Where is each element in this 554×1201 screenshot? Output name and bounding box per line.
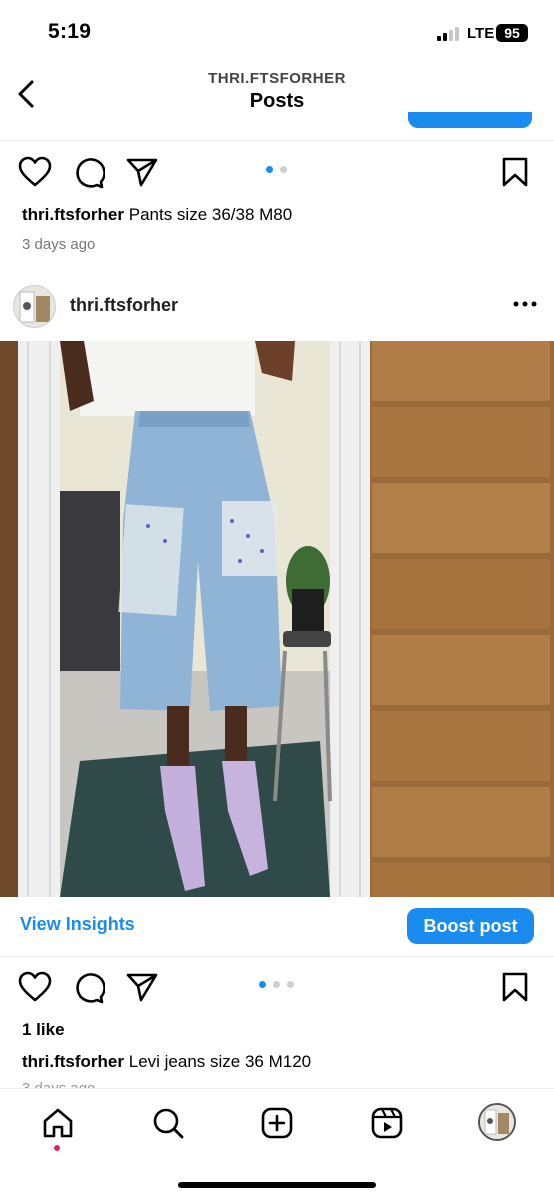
- view-insights-link[interactable]: View Insights: [20, 914, 135, 935]
- heart-icon: [18, 156, 52, 187]
- tab-reels[interactable]: [370, 1106, 404, 1145]
- network-label: LTE: [467, 25, 495, 42]
- post-username[interactable]: thri.ftsforher: [70, 295, 178, 316]
- avatar[interactable]: [13, 285, 56, 328]
- divider: [0, 956, 554, 957]
- more-options-button[interactable]: [512, 294, 538, 314]
- carousel-dot: [280, 166, 287, 173]
- boost-post-button[interactable]: Boost post: [407, 908, 534, 944]
- carousel-dot-active: [266, 166, 273, 173]
- caption-username[interactable]: thri.ftsforher: [22, 205, 124, 224]
- comment-icon: [76, 973, 106, 1004]
- caption-text: Pants size 36/38 M80: [128, 205, 293, 224]
- account-name: THRI.FTSFORHER: [208, 70, 346, 87]
- post-time: 3 days ago: [22, 236, 96, 253]
- notification-dot: [54, 1145, 60, 1151]
- carousel-dot: [287, 981, 294, 988]
- reels-icon: [371, 1107, 403, 1139]
- share-button[interactable]: [126, 157, 158, 192]
- like-button[interactable]: [18, 971, 52, 1008]
- status-time: 5:19: [48, 20, 92, 43]
- boost-button-partial[interactable]: [408, 112, 532, 128]
- caption-username[interactable]: thri.ftsforher: [22, 1052, 124, 1071]
- carousel-dot-active: [259, 981, 266, 988]
- avatar-image: [14, 286, 55, 327]
- create-icon: [261, 1107, 293, 1139]
- bookmark-icon: [502, 157, 528, 187]
- search-icon: [153, 1108, 184, 1139]
- battery-icon: 95: [496, 24, 528, 42]
- tab-create[interactable]: [260, 1106, 294, 1145]
- save-button[interactable]: [501, 972, 529, 1007]
- signal-icon: [437, 26, 463, 41]
- comment-button[interactable]: [73, 972, 106, 1009]
- tab-profile[interactable]: [478, 1103, 516, 1141]
- post-photo[interactable]: [0, 341, 554, 897]
- page-title: Posts: [249, 90, 305, 112]
- share-button[interactable]: [126, 972, 158, 1007]
- send-icon: [126, 973, 158, 1002]
- tab-search[interactable]: [151, 1106, 185, 1145]
- post-time: 3 days ago: [22, 1080, 95, 1088]
- send-icon: [126, 158, 158, 187]
- home-icon: [43, 1108, 73, 1138]
- profile-avatar: [480, 1105, 514, 1139]
- post-caption: thri.ftsforher Levi jeans size 36 M120: [22, 1052, 311, 1072]
- comment-icon: [76, 158, 106, 189]
- bookmark-icon: [502, 972, 528, 1002]
- tab-home[interactable]: [41, 1106, 75, 1145]
- caption-text: Levi jeans size 36 M120: [128, 1052, 312, 1071]
- like-count[interactable]: 1 like: [22, 1020, 65, 1040]
- heart-icon: [18, 971, 52, 1002]
- save-button[interactable]: [501, 157, 529, 192]
- carousel-dot: [273, 981, 280, 988]
- like-button[interactable]: [18, 156, 52, 193]
- more-icon: [513, 301, 537, 307]
- comment-button[interactable]: [73, 157, 106, 194]
- home-indicator: [178, 1182, 376, 1188]
- post-caption: thri.ftsforher Pants size 36/38 M80: [22, 205, 292, 225]
- photo-image: [0, 341, 554, 897]
- divider: [0, 140, 554, 141]
